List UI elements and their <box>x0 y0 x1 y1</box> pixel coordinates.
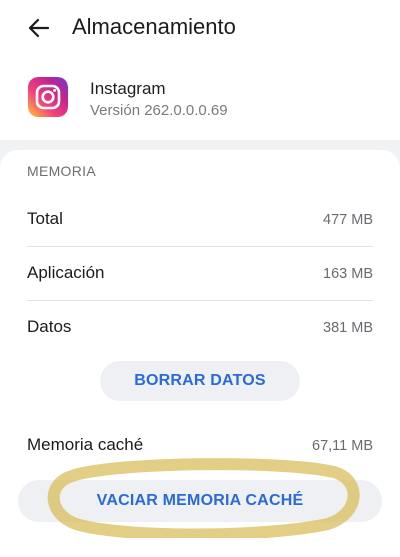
back-button[interactable] <box>26 14 54 42</box>
row-value: 381 MB <box>323 320 373 336</box>
back-arrow-icon <box>28 18 50 38</box>
memory-card: MEMORIA Total 477 MB Aplicación 163 MB D… <box>0 150 400 557</box>
memory-row-data: Datos 381 MB <box>27 300 373 354</box>
app-name: Instagram <box>90 79 166 98</box>
row-value: 477 MB <box>323 212 373 228</box>
page-title: Almacenamiento <box>72 14 236 39</box>
row-value: 67,11 MB <box>312 438 373 454</box>
row-label: Datos <box>27 317 72 336</box>
row-label: Total <box>27 209 63 228</box>
row-value: 163 MB <box>323 266 373 282</box>
row-label: Aplicación <box>27 263 105 282</box>
memory-row-total: Total 477 MB <box>27 192 373 246</box>
memory-section-title: MEMORIA <box>27 163 96 179</box>
app-header: Almacenamiento Instagram Versión 262.0.0… <box>0 0 400 140</box>
memory-row-cache: Memoria caché 67,11 MB <box>27 418 373 472</box>
instagram-logo-icon <box>28 77 68 117</box>
app-version: Versión 262.0.0.0.69 <box>90 102 228 119</box>
clear-cache-button[interactable]: VACIAR MEMORIA CACHÉ <box>18 480 382 522</box>
memory-row-app: Aplicación 163 MB <box>27 246 373 300</box>
clear-data-button[interactable]: BORRAR DATOS <box>100 361 300 401</box>
row-label: Memoria caché <box>27 435 144 454</box>
